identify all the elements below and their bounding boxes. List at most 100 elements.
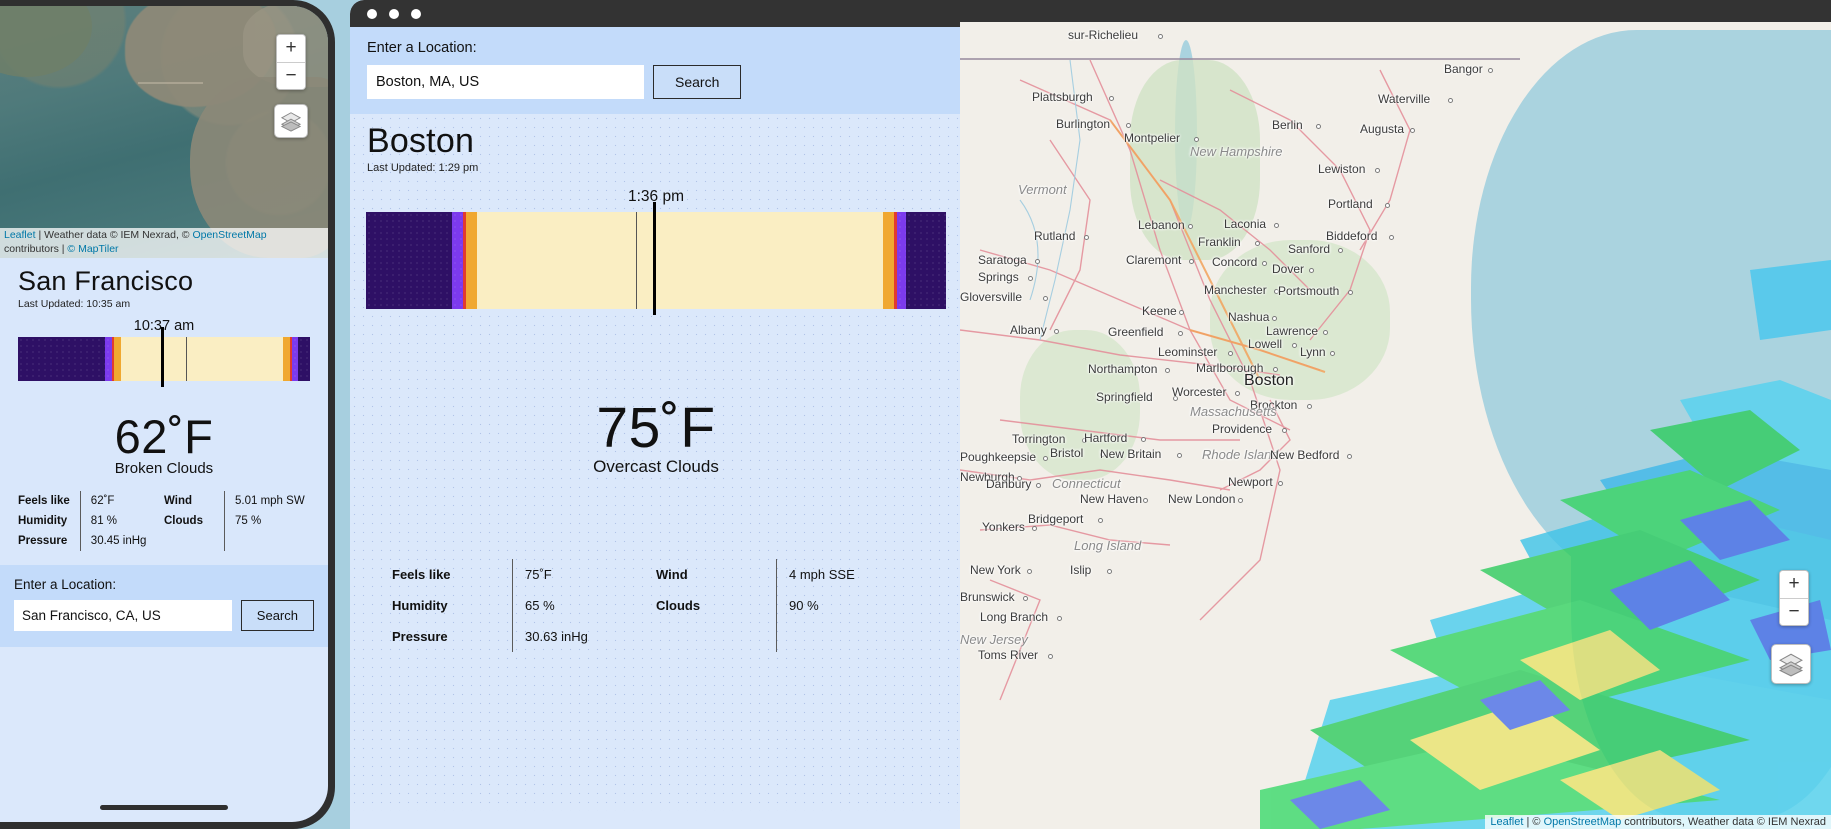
stat-label: Wind (164, 495, 192, 507)
phone-map-layers-button[interactable] (274, 104, 308, 138)
map-city-dot (1048, 654, 1053, 659)
map-label: New Haven (1080, 492, 1143, 506)
radar-map-attribution: Leaflet | © OpenStreetMap contributors, … (1485, 815, 1831, 829)
daylight-segment-night (366, 212, 452, 309)
phone-map-zoom-control[interactable]: + − (276, 34, 306, 90)
map-label: Lynn (1300, 345, 1326, 359)
map-label: Lowell (1248, 337, 1283, 351)
desktop-weather-body: Boston Last Updated: 1:29 pm 1:36 pm 75˚… (350, 114, 962, 811)
zoom-in-button[interactable]: + (277, 35, 305, 62)
radar-map-zoom-control[interactable]: + − (1779, 570, 1809, 626)
map-city-dot (1108, 96, 1114, 101)
map-label: Hartford (1084, 431, 1128, 445)
phone-search-input[interactable] (14, 600, 232, 631)
leaflet-link[interactable]: Leaflet (4, 229, 36, 241)
radar-map[interactable]: sur-Richelieu Bangor Plattsburgh Waterville… (960, 0, 1831, 829)
window-close-button[interactable] (367, 8, 377, 19)
map-label: New York (970, 563, 1021, 577)
map-label: Gloversville (960, 290, 1023, 304)
phone-daylight-chart (17, 327, 311, 387)
desktop-last-updated: Last Updated: 1:29 pm (367, 162, 479, 174)
layers-icon (280, 112, 302, 132)
phone-stats-left-values: 62˚F 81 % 30.45 inHg (79, 491, 161, 551)
daylight-tick (185, 337, 188, 381)
window-strip-shadow (960, 0, 1831, 22)
radar-map-layers-button[interactable] (1771, 644, 1811, 684)
daylight-segment-night (17, 337, 106, 381)
window-titlebar[interactable] (350, 0, 962, 27)
map-city-dot (1034, 259, 1040, 264)
map-label: Yonkers (982, 520, 1025, 534)
phone-search-row: Search (14, 600, 314, 631)
map-label: Manchester (1204, 283, 1267, 297)
map-label: Plattsburgh (1032, 90, 1093, 104)
stat-value: 30.63 inHg (525, 629, 588, 644)
phone-stats-right-labels: Wind Clouds (164, 491, 224, 551)
zoom-in-button[interactable]: + (1780, 571, 1808, 598)
openstreetmap-link[interactable]: OpenStreetMap (1544, 816, 1622, 828)
window-minimize-button[interactable] (389, 8, 399, 19)
stat-label: Feels like (392, 567, 451, 582)
map-label: Franklin (1198, 235, 1241, 249)
phone-daylight-time-label: 10:37 am (133, 318, 195, 334)
map-label: Worcester (1172, 385, 1227, 399)
daylight-segment-civil-twilight (466, 212, 478, 309)
map-label: Long Island (1074, 538, 1142, 553)
daylight-current-time-marker (653, 202, 656, 315)
map-label: Lebanon (1138, 218, 1185, 232)
map-label: Augusta (1360, 122, 1405, 136)
map-city-dot (1282, 428, 1287, 433)
daylight-segment-day (477, 212, 884, 309)
map-label: Rhode Island (1202, 447, 1279, 462)
leaflet-link[interactable]: Leaflet (1490, 816, 1523, 828)
map-city-dot (1374, 168, 1380, 173)
map-label: Boston (1244, 372, 1294, 389)
app-root: + − Leaflet | Weather data © IEM Nexrad,… (0, 0, 1831, 829)
phone-map[interactable]: + − Leaflet | Weather data © IEM Nexrad,… (0, 6, 328, 258)
desktop-search-panel: Enter a Location: Search (350, 27, 962, 114)
openstreetmap-link[interactable]: OpenStreetMap (192, 229, 266, 241)
phone-search-button[interactable]: Search (240, 600, 314, 631)
map-label: Long Branch (980, 610, 1049, 624)
phone-stats: Feels like Humidity Pressure 62˚F 81 % 3… (0, 491, 328, 551)
desktop-search-button[interactable]: Search (653, 65, 742, 99)
map-label: Biddeford (1326, 229, 1378, 243)
map-city-dot (1194, 137, 1199, 142)
daylight-segment-night (298, 337, 311, 381)
desktop-stats-right: Wind Clouds 4 mph SSE 90 % (656, 559, 920, 652)
stat-value: 62˚F (90, 495, 115, 507)
map-label: Berlin (1272, 118, 1303, 132)
stat-value: 5.01 mph SW (235, 495, 305, 507)
zoom-out-button[interactable]: − (277, 62, 305, 89)
daylight-segment-civil-twilight (883, 212, 895, 309)
desktop-window: Enter a Location: Search Boston Last Upd… (350, 0, 962, 829)
map-city-dot (1026, 569, 1032, 574)
map-city-dot (1346, 454, 1352, 459)
map-label: Albany (1010, 323, 1047, 337)
map-label: Keene (1142, 304, 1177, 318)
maptiler-link[interactable]: © MapTiler (67, 243, 118, 255)
map-label: Newport (1228, 475, 1273, 489)
map-landmass-north (0, 6, 92, 77)
window-maximize-button[interactable] (411, 8, 421, 19)
daylight-segment-astronomical-twilight (896, 212, 906, 309)
phone-stats-right: Wind Clouds 5.01 mph SW 75 % (164, 491, 310, 551)
desktop-daylight-bar (366, 202, 946, 315)
attrib-text-2: contributors | (4, 243, 68, 256)
zoom-out-button[interactable]: − (1780, 598, 1808, 625)
map-label: Providence (1212, 422, 1273, 436)
map-label: Montpelier (1124, 131, 1181, 145)
desktop-search-row: Search (367, 65, 945, 99)
stat-value: 81 % (90, 515, 118, 527)
daylight-segment-day (121, 337, 283, 381)
attrib-text-2: contributors, Weather data © IEM Nexrad (1621, 816, 1826, 828)
map-city-dot (1176, 453, 1182, 458)
desktop-search-input[interactable] (367, 65, 644, 99)
map-label: Toms River (978, 648, 1039, 662)
daylight-segment-night (905, 212, 946, 309)
map-city-dot (1098, 518, 1103, 523)
stat-label: Wind (656, 567, 688, 582)
map-label: Danbury (986, 477, 1032, 491)
map-label: Brunswick (960, 590, 1015, 604)
map-label: Bridgeport (1028, 512, 1084, 526)
